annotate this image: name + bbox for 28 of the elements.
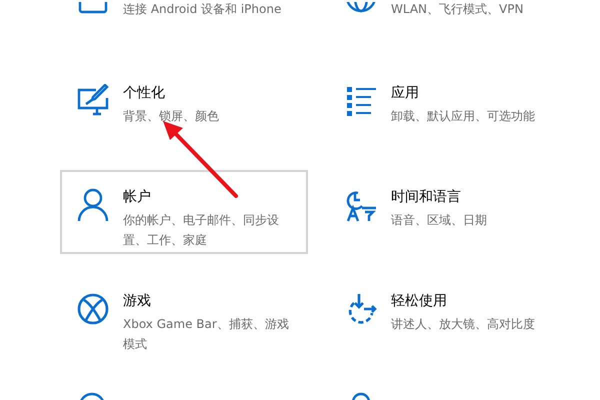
- tile-title: 帐户: [123, 188, 152, 206]
- tile-description: 卸载、默认应用、可选功能: [391, 108, 535, 125]
- tile-description: Xbox Game Bar、捕获、游戏模式: [123, 316, 290, 353]
- monitor-brush-icon: [76, 84, 110, 118]
- settings-tile[interactable]: 游戏 Xbox Game Bar、捕获、游戏模式: [60, 274, 308, 358]
- tile-title: 时间和语言: [391, 188, 462, 206]
- settings-tile[interactable]: WLAN、飞行模式、VPN: [328, 0, 576, 46]
- settings-tile[interactable]: 时间和语言 语音、区域、日期: [328, 170, 576, 254]
- settings-tile[interactable]: 轻松使用 讲述人、放大镜、高对比度: [328, 274, 576, 358]
- tile-title: 游戏: [123, 292, 152, 310]
- tile-description: 讲述人、放大镜、高对比度: [391, 316, 535, 333]
- tile-description: WLAN、飞行模式、VPN: [391, 2, 524, 16]
- globe-icon: [344, 2, 378, 14]
- settings-tile[interactable]: 连接 Android 设备和 iPhone: [60, 0, 308, 46]
- phone-icon: [76, 2, 110, 14]
- tile-title: 应用: [391, 84, 420, 102]
- tile-description: 你的帐户、电子邮件、同步设置、工作、家庭: [123, 212, 280, 249]
- tile-title: 轻松使用: [391, 292, 448, 310]
- tile-title: 个性化: [123, 84, 166, 102]
- tile-description: 背景、锁屏、颜色: [123, 108, 219, 125]
- settings-tile[interactable]: 个性化 背景、锁屏、颜色: [60, 66, 308, 150]
- tile-description: 语音、区域、日期: [391, 212, 487, 229]
- tile-description: 连接 Android 设备和 iPhone: [123, 2, 282, 16]
- settings-tile[interactable]: 应用 卸载、默认应用、可选功能: [328, 66, 576, 150]
- list-icon: [344, 84, 378, 118]
- settings-tile[interactable]: 帐户 你的帐户、电子邮件、同步设置、工作、家庭: [60, 170, 308, 254]
- xbox-icon: [76, 292, 110, 326]
- person-icon: [76, 188, 110, 222]
